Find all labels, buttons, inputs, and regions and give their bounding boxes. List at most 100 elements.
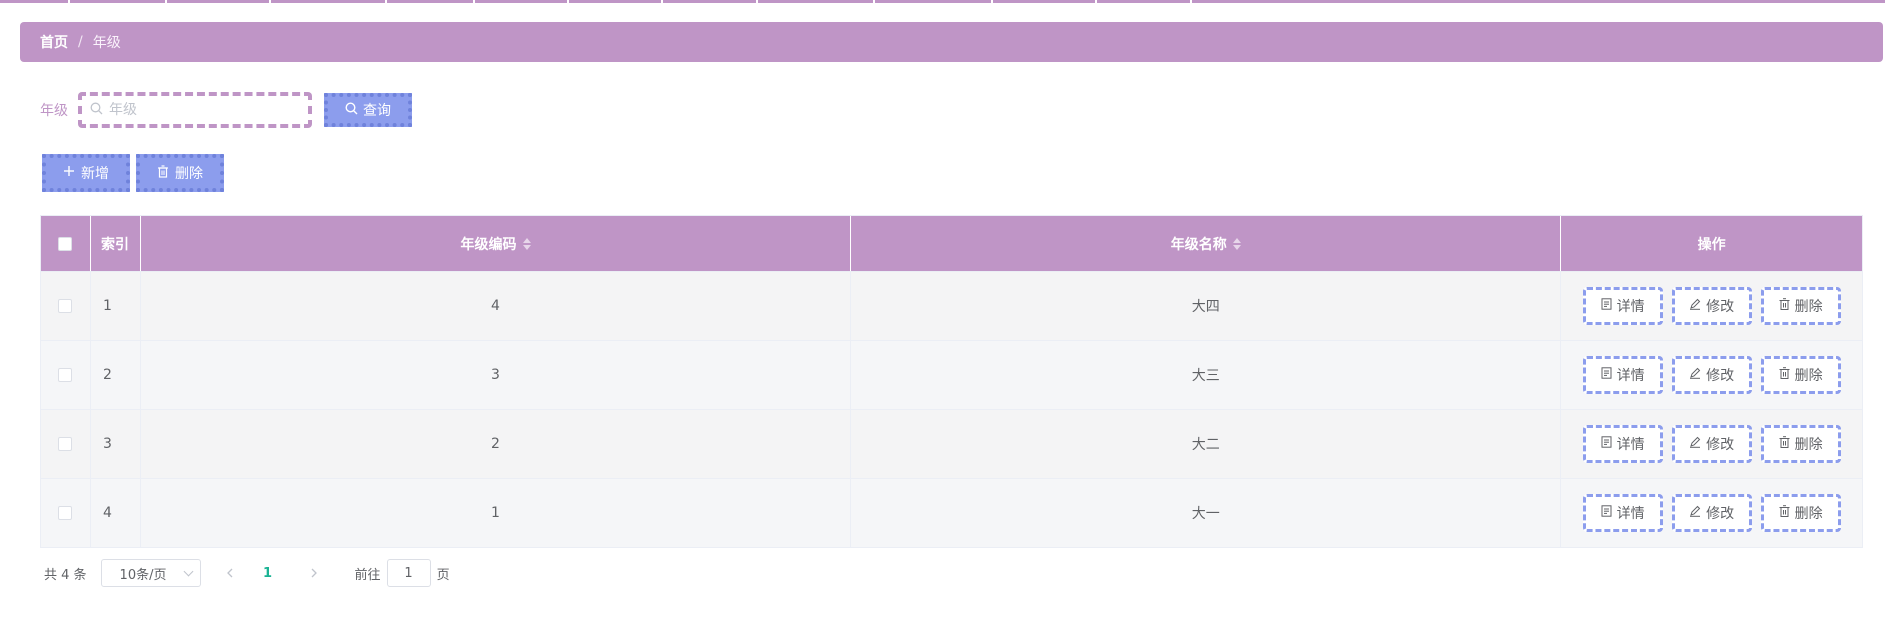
row-operations: 详情 修改 删除: [1561, 479, 1862, 547]
edit-button[interactable]: 修改: [1671, 287, 1752, 325]
trash-icon: [1779, 505, 1790, 521]
edit-icon: [1689, 367, 1701, 383]
detail-button[interactable]: 详情: [1582, 425, 1663, 463]
header-index: 索引: [91, 216, 141, 271]
trash-icon: [1779, 436, 1790, 452]
row-grade-name: 大三: [851, 341, 1562, 409]
row-select-cell: [41, 272, 91, 340]
toolbar: 新增 删除: [42, 154, 224, 192]
row-operations: 详情 修改 删除: [1561, 272, 1862, 340]
breadcrumb-home[interactable]: 首页: [40, 32, 68, 52]
goto-suffix: 页: [436, 567, 450, 583]
edit-button[interactable]: 修改: [1671, 356, 1752, 394]
pagination-total: 共 4 条: [44, 567, 87, 583]
grade-search-input[interactable]: [109, 102, 299, 118]
delete-button[interactable]: 删除: [1760, 287, 1841, 325]
document-icon: [1601, 298, 1612, 314]
row-grade-name: 大二: [851, 410, 1562, 478]
row-checkbox[interactable]: [58, 506, 73, 520]
row-grade-code: 1: [141, 479, 852, 547]
row-index: 2: [91, 341, 141, 409]
query-button[interactable]: 查询: [324, 93, 412, 127]
table-row: 1 4 大四 详情 修改 删除: [41, 271, 1862, 340]
search-icon: [345, 101, 358, 119]
delete-button-label: 删除: [1794, 299, 1823, 315]
row-operations: 详情 修改 删除: [1561, 341, 1862, 409]
edit-icon: [1689, 436, 1701, 452]
header-select-all: [41, 216, 91, 271]
edit-button[interactable]: 修改: [1671, 425, 1752, 463]
detail-button-label: 详情: [1616, 506, 1645, 522]
grade-table: 索引 年级编码 年级名称 操作 1 4 大四 详情 修改 删除 2 3 大三 详…: [40, 215, 1863, 548]
edit-button-label: 修改: [1706, 299, 1735, 315]
delete-button[interactable]: 删除: [1760, 425, 1841, 463]
detail-button[interactable]: 详情: [1582, 356, 1663, 394]
delete-button-label: 删除: [1794, 506, 1823, 522]
document-icon: [1601, 436, 1612, 452]
table-row: 2 3 大三 详情 修改 删除: [41, 340, 1862, 409]
edit-button-label: 修改: [1706, 437, 1735, 453]
goto-label: 前往: [354, 567, 381, 583]
header-grade-code-label: 年级编码: [460, 236, 517, 253]
header-grade-code[interactable]: 年级编码: [141, 216, 852, 271]
header-operations: 操作: [1697, 236, 1726, 253]
row-index: 1: [91, 272, 141, 340]
breadcrumb-separator: /: [78, 34, 83, 50]
row-checkbox[interactable]: [58, 299, 73, 313]
detail-button[interactable]: 详情: [1582, 287, 1663, 325]
trash-icon: [1779, 298, 1790, 314]
prev-page-button[interactable]: [213, 559, 247, 587]
chevron-down-icon: [183, 566, 193, 576]
select-all-checkbox[interactable]: [58, 236, 73, 251]
row-grade-code: 2: [141, 410, 852, 478]
page-size-value: 10条/页: [119, 567, 167, 583]
breadcrumb: 首页 / 年级: [20, 22, 1883, 62]
row-index: 4: [91, 479, 141, 547]
detail-button-label: 详情: [1616, 368, 1645, 384]
pagination: 共 4 条 10条/页 1 前往 页: [44, 559, 450, 587]
plus-icon: [63, 165, 75, 181]
detail-button-label: 详情: [1616, 299, 1645, 315]
row-checkbox[interactable]: [58, 368, 73, 382]
search-icon: [90, 102, 103, 119]
chevron-left-icon: [226, 568, 233, 578]
delete-button[interactable]: 删除: [1760, 494, 1841, 532]
edit-button[interactable]: 修改: [1671, 494, 1752, 532]
table-row: 4 1 大一 详情 修改 删除: [41, 478, 1862, 547]
sort-icon[interactable]: [1232, 237, 1241, 250]
header-grade-name-label: 年级名称: [1170, 236, 1227, 253]
delete-button[interactable]: 删除: [1760, 356, 1841, 394]
grade-search-field[interactable]: [78, 92, 312, 128]
sort-icon[interactable]: [522, 237, 531, 250]
document-icon: [1601, 505, 1612, 521]
row-grade-code: 3: [141, 341, 852, 409]
page-size-select[interactable]: 10条/页: [100, 559, 201, 587]
edit-icon: [1689, 298, 1701, 314]
table-row: 3 2 大二 详情 修改 删除: [41, 409, 1862, 478]
add-button[interactable]: 新增: [42, 154, 130, 192]
trash-icon: [157, 164, 169, 182]
breadcrumb-current: 年级: [92, 35, 121, 51]
delete-button-label: 删除: [1794, 437, 1823, 453]
goto-page-input[interactable]: [386, 559, 431, 587]
edit-button-label: 修改: [1706, 506, 1735, 522]
detail-button-label: 详情: [1616, 437, 1645, 453]
next-page-button[interactable]: [297, 559, 331, 587]
trash-icon: [1779, 367, 1790, 383]
detail-button[interactable]: 详情: [1582, 494, 1663, 532]
query-button-label: 查询: [363, 103, 391, 119]
row-select-cell: [41, 479, 91, 547]
delete-button-label: 删除: [1794, 368, 1823, 384]
chevron-right-icon: [311, 568, 317, 578]
top-tab-strip: [0, 0, 1887, 3]
search-bar: 年级 查询: [40, 92, 412, 128]
row-checkbox[interactable]: [58, 437, 73, 451]
row-grade-name: 大一: [851, 479, 1562, 547]
page-number-current[interactable]: 1: [251, 566, 285, 581]
document-icon: [1601, 367, 1612, 383]
header-grade-name[interactable]: 年级名称: [851, 216, 1562, 271]
add-button-label: 新增: [81, 166, 109, 182]
row-select-cell: [41, 410, 91, 478]
batch-delete-button[interactable]: 删除: [136, 154, 224, 192]
table-header: 索引 年级编码 年级名称 操作: [41, 216, 1862, 271]
